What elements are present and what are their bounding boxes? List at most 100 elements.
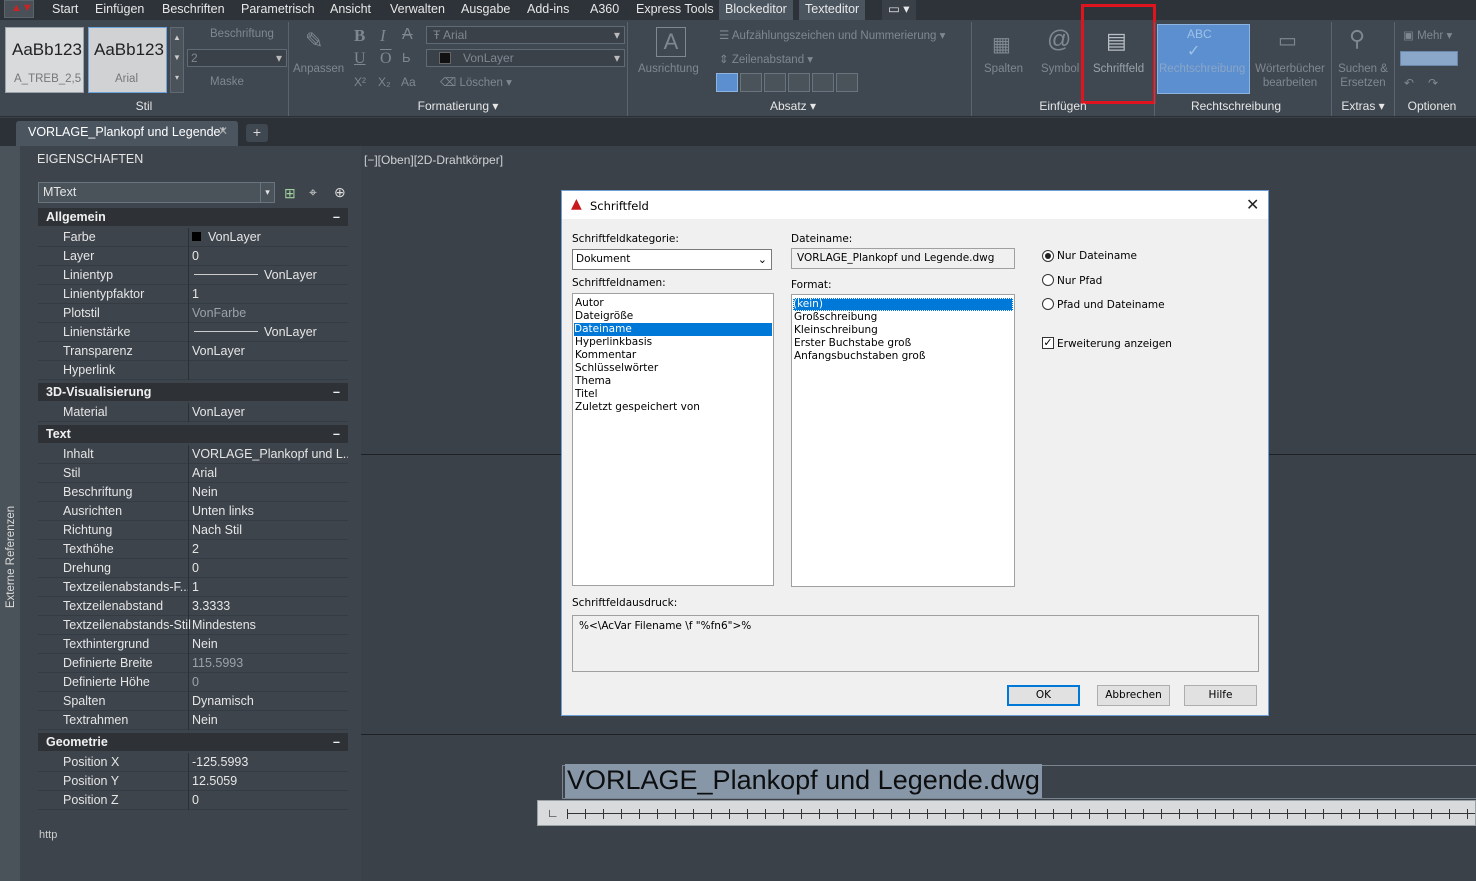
property-row[interactable]: Inhalt VORLAGE_Plankopf und L... (38, 445, 348, 464)
property-value[interactable]: 1 (192, 285, 348, 304)
justification-button[interactable]: Ausrichtung (638, 62, 699, 76)
property-row[interactable]: Ausrichten Unten links (38, 502, 348, 521)
property-row[interactable]: Linientypfaktor 1 (38, 285, 348, 304)
property-value[interactable]: Nach Stil (192, 521, 348, 540)
property-value[interactable]: 2 (192, 540, 348, 559)
property-row[interactable]: Linienstärke VonLayer (38, 323, 348, 342)
property-row[interactable]: Definierte Höhe 0 (38, 673, 348, 692)
show-extension-checkbox[interactable]: ✓ (1042, 337, 1054, 349)
field-names-list[interactable]: Autor Dateigröße Dateiname Hyperlinkbasis Ko… (572, 293, 774, 586)
field-name-item[interactable]: Kommentar (575, 349, 636, 362)
strike-button[interactable]: A (402, 26, 413, 44)
menu-texteditor[interactable]: Texteditor (799, 0, 866, 20)
align-center-button[interactable] (740, 73, 762, 92)
section-allgemein[interactable]: Allgemein – (38, 208, 348, 226)
object-type-select[interactable]: MText ▾ (38, 182, 275, 203)
property-value[interactable]: VonLayer (192, 323, 348, 342)
new-tab-button[interactable]: + (246, 124, 268, 142)
property-row[interactable]: Transparenz VonLayer (38, 342, 348, 361)
columns-button[interactable]: Spalten (984, 62, 1023, 76)
property-value[interactable]: Arial (192, 464, 348, 483)
field-name-item[interactable]: Titel (575, 388, 598, 401)
property-row[interactable]: Stil Arial (38, 464, 348, 483)
field-name-item[interactable]: Dateiname (574, 323, 772, 336)
palette-side-bar[interactable]: Externe Referenzen (0, 146, 20, 881)
property-value[interactable]: VonLayer (192, 266, 348, 285)
property-value[interactable]: 0 (192, 673, 348, 692)
property-row[interactable]: Position X -125.5993 (38, 753, 348, 772)
italic-button[interactable]: I (380, 26, 386, 46)
app-menu-icon[interactable]: ▲▼ (4, 0, 34, 18)
style-scroll[interactable]: ▲ ▼ ▾ (170, 27, 184, 93)
menu-express-tools[interactable]: Express Tools (630, 0, 720, 20)
font-select[interactable]: Ŧ Arial ▾ (426, 26, 625, 44)
align-extra-button[interactable] (836, 73, 858, 92)
align-left-button[interactable] (716, 73, 738, 92)
match-button[interactable]: Anpassen (293, 62, 344, 76)
document-tab[interactable]: VORLAGE_Plankopf und Legende* ✕ (16, 121, 238, 146)
property-row[interactable]: Textzeilenabstand 3.3333 (38, 597, 348, 616)
property-row[interactable]: Definierte Breite 115.5993 (38, 654, 348, 673)
clear-button[interactable]: ⌫ Löschen ▾ (440, 76, 512, 90)
format-item[interactable]: Erster Buchstabe groß (794, 337, 911, 350)
property-row[interactable]: Plotstil VonFarbe (38, 304, 348, 323)
property-row[interactable]: Texthöhe 2 (38, 540, 348, 559)
align-right-button[interactable] (764, 73, 786, 92)
property-row[interactable]: Textzeilenabstands-Stil Mindestens (38, 616, 348, 635)
more-button[interactable]: ▣ Mehr ▾ (1403, 29, 1452, 43)
property-value[interactable]: Nein (192, 635, 348, 654)
property-value[interactable]: VonLayer (192, 342, 348, 361)
property-value[interactable]: 12.5059 (192, 772, 348, 791)
property-value[interactable]: -125.5993 (192, 753, 348, 772)
radio-filename-only-label[interactable]: Nur Dateiname (1057, 250, 1137, 262)
close-icon[interactable]: ✕ (1246, 195, 1259, 214)
collapse-icon[interactable]: – (333, 383, 340, 401)
cancel-button[interactable]: Abbrechen (1097, 685, 1170, 706)
collapse-icon[interactable]: – (333, 208, 340, 226)
menu-parametrisch[interactable]: Parametrisch (235, 0, 321, 20)
property-value[interactable]: 3.3333 (192, 597, 348, 616)
quick-select-icon[interactable]: ⊕ (334, 184, 346, 201)
radio-path-only[interactable] (1042, 274, 1054, 286)
property-row[interactable]: Texthintergrund Nein (38, 635, 348, 654)
pickadd-icon[interactable]: ⊞ (284, 185, 296, 202)
property-value[interactable]: VonLayer (192, 228, 348, 247)
property-row[interactable]: Drehung 0 (38, 559, 348, 578)
dictionary-button[interactable]: Wörterbücher bearbeiten (1253, 62, 1327, 90)
property-row[interactable]: Farbe VonLayer (38, 228, 348, 247)
format-item[interactable]: (kein) (793, 298, 1013, 311)
menu-a360[interactable]: A360 (584, 0, 625, 20)
show-extension-label[interactable]: Erweiterung anzeigen (1057, 338, 1172, 350)
category-select[interactable]: Dokument ⌄ (572, 249, 772, 270)
property-row[interactable]: Textrahmen Nein (38, 711, 348, 730)
find-replace-button[interactable]: Suchen & Ersetzen (1335, 62, 1391, 90)
format-item[interactable]: Anfangsbuchstaben groß (794, 350, 925, 363)
symbol-button[interactable]: Symbol (1041, 62, 1079, 76)
section-geometrie[interactable]: Geometrie – (38, 733, 348, 751)
property-value[interactable]: Nein (192, 483, 348, 502)
dialog-title-bar[interactable] (562, 191, 1268, 219)
undo-icon[interactable]: ↶ (1404, 76, 1414, 90)
field-name-item[interactable]: Thema (575, 375, 611, 388)
workspace-switch-icon[interactable]: ▭ ▾ (882, 0, 916, 20)
property-value[interactable]: 0 (192, 247, 348, 266)
property-row[interactable]: Layer 0 (38, 247, 348, 266)
property-row[interactable]: Spalten Dynamisch (38, 692, 348, 711)
property-row[interactable]: Position Z 0 (38, 791, 348, 810)
property-value[interactable]: 115.5993 (192, 654, 348, 673)
distribute-button[interactable] (812, 73, 834, 92)
collapse-icon[interactable]: – (333, 425, 340, 443)
ok-button[interactable]: OK (1007, 685, 1080, 706)
property-row[interactable]: Hyperlink (38, 361, 348, 380)
menu-einfügen[interactable]: Einfügen (89, 0, 150, 20)
overline-button[interactable]: O (380, 50, 392, 68)
bullets-button[interactable]: ☰ Aufzählungszeichen und Nummerierung ▾ (719, 29, 945, 43)
property-row[interactable]: Beschriftung Nein (38, 483, 348, 502)
property-value[interactable]: Mindestens (192, 616, 348, 635)
field-name-item[interactable]: Zuletzt gespeichert von (575, 401, 700, 414)
property-value[interactable]: 0 (192, 791, 348, 810)
line-spacing-button[interactable]: ⇕ Zeilenabstand ▾ (719, 53, 813, 67)
property-row[interactable]: Material VonLayer (38, 403, 348, 422)
property-value[interactable]: Dynamisch (192, 692, 348, 711)
underline-button[interactable]: U (354, 50, 366, 68)
